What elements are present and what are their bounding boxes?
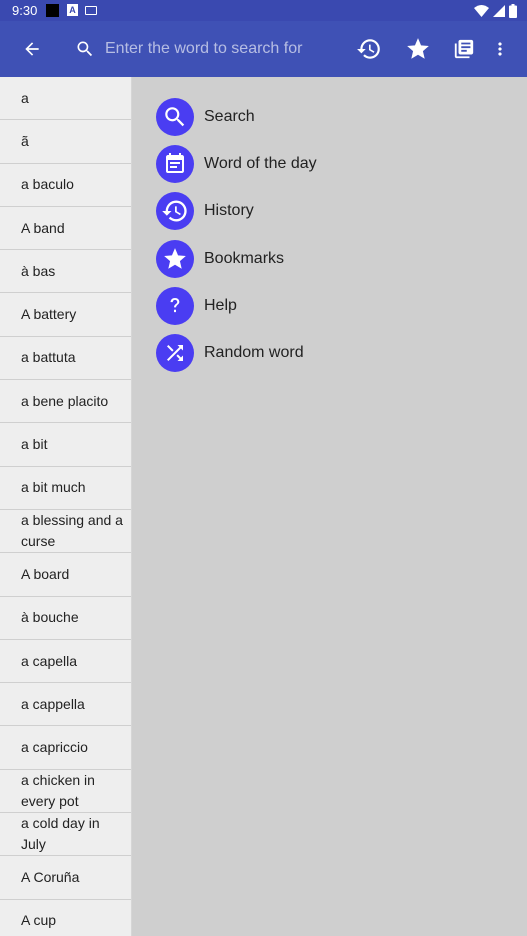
calendar-icon — [156, 144, 194, 183]
star-icon — [156, 239, 194, 278]
list-item[interactable]: a battuta — [0, 337, 131, 381]
menu-item-search[interactable]: Search — [156, 93, 317, 140]
menu-label: History — [204, 202, 254, 220]
menu-item-random-word[interactable]: Random word — [156, 329, 317, 376]
list-item[interactable]: a bit much — [0, 467, 131, 510]
list-item[interactable]: A band — [0, 207, 131, 251]
menu-item-help[interactable]: Help — [156, 282, 317, 329]
list-item[interactable]: a cappella — [0, 683, 131, 727]
menu-item-history[interactable]: History — [156, 188, 317, 235]
search-icon — [72, 21, 98, 77]
menu-label: Bookmarks — [204, 249, 285, 267]
search-input[interactable] — [105, 37, 335, 61]
list-item[interactable]: A battery — [0, 293, 131, 337]
menu-item-bookmarks[interactable]: Bookmarks — [156, 235, 317, 282]
list-item[interactable]: a chicken in every pot — [0, 770, 131, 814]
list-item[interactable]: a bit — [0, 423, 131, 467]
list-item[interactable]: a baculo — [0, 164, 131, 207]
library-books-icon[interactable] — [451, 21, 477, 77]
main-menu: Search Word of the day History Bookmarks… — [156, 93, 317, 377]
list-item[interactable]: a blessing and a curse — [0, 510, 131, 554]
menu-label: Random word — [204, 344, 304, 362]
list-item[interactable]: A cup — [0, 900, 131, 936]
list-item[interactable]: a capella — [0, 640, 131, 684]
wifi-icon — [474, 4, 489, 17]
app-bar — [0, 21, 527, 77]
menu-label: Search — [204, 107, 255, 125]
search-icon — [156, 97, 194, 136]
word-list: a ã a baculo A band à bas A battery a ba… — [0, 77, 132, 936]
list-item[interactable]: à bouche — [0, 597, 131, 640]
history-icon — [156, 192, 194, 231]
list-item[interactable]: a — [0, 77, 131, 121]
battery-icon — [509, 3, 517, 18]
list-item[interactable]: a bene placito — [0, 380, 131, 424]
history-icon[interactable] — [353, 21, 385, 77]
list-item[interactable]: A Coruña — [0, 856, 131, 900]
keyboard-icon — [85, 6, 97, 15]
signal-icon — [493, 4, 505, 17]
list-item[interactable]: a cold day in July — [0, 813, 131, 857]
menu-label: Word of the day — [204, 154, 317, 172]
list-item[interactable]: a capriccio — [0, 726, 131, 770]
more-vert-icon[interactable] — [490, 21, 510, 77]
status-bar: 9:30 A — [0, 0, 527, 21]
list-item[interactable]: ã — [0, 120, 131, 164]
list-item[interactable]: à bas — [0, 250, 131, 294]
menu-label: Help — [204, 296, 237, 314]
status-time: 9:30 — [12, 3, 38, 18]
menu-item-word-of-the-day[interactable]: Word of the day — [156, 140, 317, 187]
notification-square-icon — [46, 4, 59, 17]
shuffle-icon — [156, 334, 194, 373]
notification-a-icon: A — [67, 4, 78, 16]
help-icon — [156, 286, 194, 325]
back-arrow-icon[interactable] — [14, 21, 50, 77]
star-icon[interactable] — [403, 21, 433, 77]
list-item[interactable]: A board — [0, 553, 131, 597]
